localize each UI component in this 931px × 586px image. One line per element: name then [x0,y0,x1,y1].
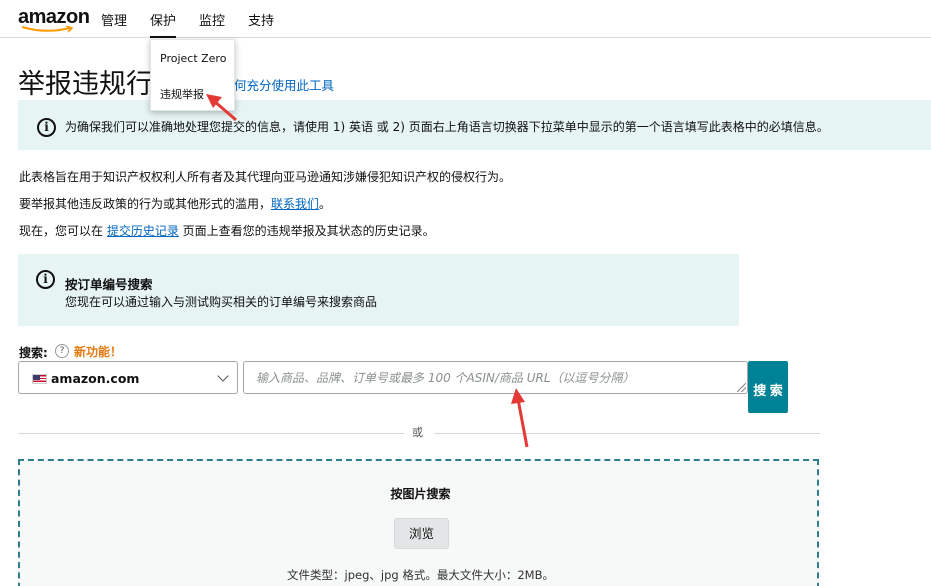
chevron-down-icon [217,370,229,382]
protect-dropdown-menu: Project Zero 违规举报 [150,39,235,111]
marketplace-value: amazon.com [51,371,140,386]
intro-line-3-suffix: 页面上查看您的违规举报及其状态的历史记录。 [178,224,435,238]
divider [18,433,404,434]
intro-line-3: 现在，您可以在 提交历史记录 页面上查看您的违规举报及其状态的历史记录。 [19,222,435,239]
file-type-note: 文件类型：jpeg、jpg 格式。最大文件大小：2MB。 [287,568,554,582]
nav-protect[interactable]: 保护 [150,10,177,38]
order-search-title: 按订单编号搜索 [65,277,153,292]
intro-line-2-suffix: 。 [319,197,332,211]
search-input[interactable] [243,361,748,394]
new-feature-badge: 新功能！ [74,345,123,359]
banner-text: 为确保我们可以准确地处理您提交的信息，请使用 1) 英语 或 2) 页面右上角语… [65,120,829,134]
contact-us-link[interactable]: 联系我们 [271,197,319,211]
image-search-dropzone[interactable]: 按图片搜索 浏览 文件类型：jpeg、jpg 格式。最大文件大小：2MB。 [18,459,819,586]
nav-support[interactable]: 支持 [248,10,274,29]
help-question-icon[interactable]: ? [55,344,69,358]
image-search-title: 按图片搜索 [390,487,451,501]
marketplace-select[interactable]: amazon.com [18,361,238,394]
amazon-smile-icon [21,26,74,33]
annotation-arrow-search [511,388,529,448]
divider [434,433,820,434]
menu-item-report-violation[interactable]: 违规举报 [160,86,204,102]
intro-line-1: 此表格旨在用于知识产权权利人所有者及其代理向亚马逊通知涉嫌侵犯知识产权的侵权行为… [19,170,512,184]
search-button-label: 搜 索 [753,382,783,398]
menu-item-project-zero[interactable]: Project Zero [160,52,226,65]
or-separator: 或 [412,426,423,439]
search-button[interactable]: 搜 索 [748,361,788,413]
page-title: 举报违规行 [18,69,153,100]
us-flag-icon [32,374,47,384]
order-search-description: 您现在可以通过输入与测试购买相关的订单编号来搜索商品 [65,295,378,309]
resize-handle-icon[interactable] [737,383,746,392]
help-link[interactable]: 何充分使用此工具 [234,75,334,94]
nav-manage[interactable]: 管理 [101,10,127,29]
browse-button[interactable]: 浏览 [394,518,449,549]
top-nav: amazon 管理 保护 监控 支持 [0,0,931,38]
intro-line-3-prefix: 现在，您可以在 [19,224,107,238]
info-icon: i [37,118,56,137]
order-search-info-box: i 按订单编号搜索 您现在可以通过输入与测试购买相关的订单编号来搜索商品 [18,254,739,326]
intro-line-2: 要举报其他违反政策的行为或其他形式的滥用，联系我们。 [19,195,331,212]
intro-line-2-prefix: 要举报其他违反政策的行为或其他形式的滥用， [19,197,272,211]
search-label: 搜索: [19,346,48,360]
nav-monitor[interactable]: 监控 [199,10,225,29]
info-icon: i [36,270,55,289]
submission-history-link[interactable]: 提交历史记录 [107,224,179,238]
